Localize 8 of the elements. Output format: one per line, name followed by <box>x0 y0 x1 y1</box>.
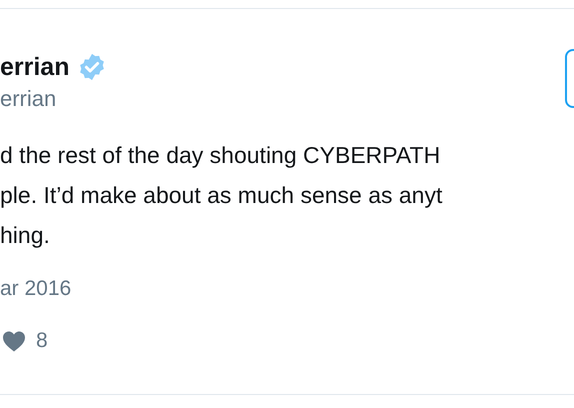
display-name: errian <box>0 52 70 83</box>
user-handle: errian <box>0 85 58 113</box>
tweet-text-line: ple. It’d make about as much sense as anyt <box>0 181 444 210</box>
like-count: 8 <box>36 328 48 354</box>
tweet-date: ar 2016 <box>0 276 72 302</box>
heart-icon[interactable] <box>2 330 26 352</box>
tweet-text-line: hing. <box>0 221 51 250</box>
tweet-text-line: d the rest of the day shouting CYBERPATH <box>0 141 442 170</box>
